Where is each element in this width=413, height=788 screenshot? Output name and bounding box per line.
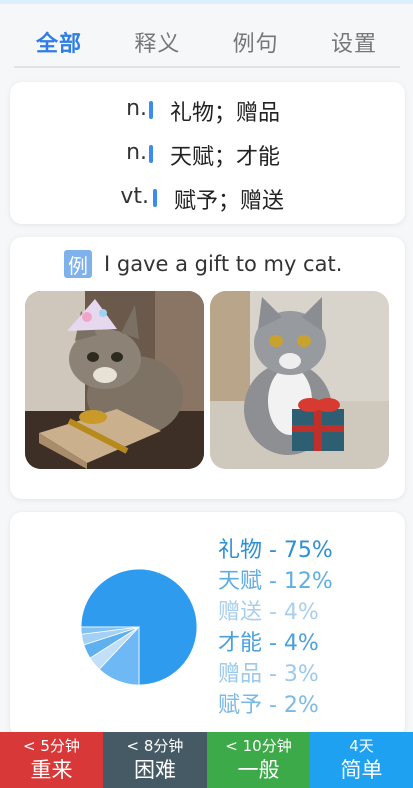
tab-settings[interactable]: 设置 (305, 26, 403, 58)
definition-meaning: 天赋；才能 (170, 145, 281, 170)
hard-label: 困难 (134, 758, 176, 782)
definition-meaning: 礼物；赠品 (170, 101, 281, 126)
example-image-grey-cat-with-gift[interactable] (210, 291, 389, 469)
frequency-pie-chart (80, 568, 198, 686)
tab-bar: 全部 释义 例句 设置 (10, 22, 403, 62)
example-image-cat-with-gift-box[interactable] (25, 291, 204, 469)
example-badge: 例 (64, 250, 92, 278)
definition-marker (149, 145, 153, 163)
example-line: 例 I gave a gift to my cat. (64, 249, 342, 279)
tab-examples[interactable]: 例句 (207, 26, 305, 58)
good-button[interactable]: < 10分钟 一般 (207, 732, 310, 788)
good-label: 一般 (237, 758, 280, 782)
cat-gift-illustration (25, 291, 204, 469)
top-accent-line (0, 0, 413, 4)
part-of-speech: vt. (120, 184, 149, 209)
part-of-speech: n. (126, 96, 147, 121)
example-sentence: I gave a gift to my cat. (104, 252, 343, 276)
definition-row: n. 礼物；赠品 (10, 94, 405, 126)
definition-row: n. 天赋；才能 (10, 138, 405, 170)
tab-all[interactable]: 全部 (10, 26, 108, 58)
definition-meaning: 赋予；赠送 (174, 189, 285, 214)
easy-label: 简单 (340, 758, 383, 782)
legend-item-赠送: 赠送 - 4% (218, 600, 319, 625)
again-label: 重来 (30, 758, 73, 782)
definitions-card: n. 礼物；赠品 n. 天赋；才能 vt. 赋予；赠送 (10, 82, 405, 224)
grey-cat-illustration (210, 291, 389, 469)
example-card: 例 I gave a gift to my cat. (10, 237, 405, 499)
easy-button[interactable]: 4天 简单 (310, 732, 413, 788)
legend-item-天赋: 天赋 - 12% (218, 569, 333, 594)
definition-marker (149, 101, 153, 119)
frequency-card: 礼物 - 75% 天赋 - 12% 赠送 - 4% 才能 - 4% 赠品 - 3… (10, 512, 405, 737)
legend-item-赋予: 赋予 - 2% (218, 693, 319, 718)
part-of-speech: n. (126, 140, 147, 165)
again-interval: < 5分钟 (23, 737, 80, 755)
hard-button[interactable]: < 8分钟 困难 (103, 732, 207, 788)
again-button[interactable]: < 5分钟 重来 (0, 732, 103, 788)
legend-item-赠品: 赠品 - 3% (218, 662, 319, 687)
tab-definitions[interactable]: 释义 (108, 26, 206, 58)
legend-item-礼物: 礼物 - 75% (218, 538, 333, 563)
answer-button-bar: < 5分钟 重来 < 8分钟 困难 < 10分钟 一般 4天 简单 (0, 732, 413, 788)
good-interval: < 10分钟 (225, 737, 292, 755)
tab-divider (14, 66, 400, 68)
hard-interval: < 8分钟 (126, 737, 184, 755)
definition-marker (153, 189, 157, 207)
legend-item-才能: 才能 - 4% (218, 631, 319, 656)
definition-row: vt. 赋予；赠送 (10, 182, 405, 214)
easy-interval: 4天 (349, 737, 374, 755)
